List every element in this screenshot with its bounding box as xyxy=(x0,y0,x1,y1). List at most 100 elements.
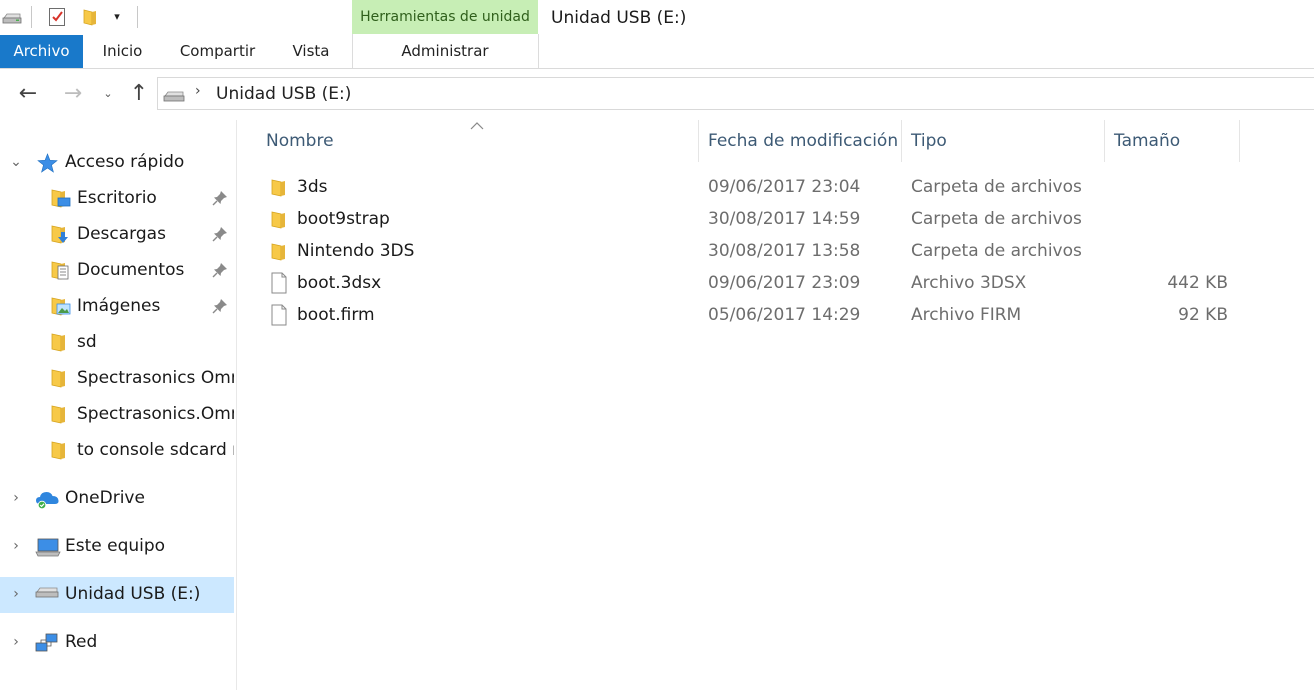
nav-label: Acceso rápido xyxy=(65,152,185,172)
file-type: Carpeta de archivos xyxy=(911,209,1082,229)
file-type: Carpeta de archivos xyxy=(911,177,1082,197)
nav-label: Spectrasonics Omni xyxy=(77,368,234,388)
nav-root-item[interactable]: › Red xyxy=(0,625,234,661)
recent-locations-button[interactable]: ⌄ xyxy=(99,81,117,107)
documents-folder-icon xyxy=(50,260,72,286)
pin-icon[interactable] xyxy=(211,261,229,279)
expander-collapsed[interactable]: › xyxy=(8,586,24,602)
file-row[interactable]: boot.3dsx 09/06/2017 23:09 Archivo 3DSX 442… xyxy=(260,267,1240,299)
file-date-modified: 30/08/2017 13:58 xyxy=(708,241,861,261)
file-name: boot9strap xyxy=(297,209,390,229)
folder-icon xyxy=(270,178,288,202)
ribbon-divider xyxy=(0,68,1314,69)
file-date-modified: 09/06/2017 23:04 xyxy=(708,177,861,197)
column-header-date[interactable]: Fecha de modificación xyxy=(708,131,898,151)
column-divider[interactable] xyxy=(1239,120,1240,162)
pin-icon[interactable] xyxy=(211,189,229,207)
onedrive-icon xyxy=(35,488,61,514)
up-button[interactable]: ↑ xyxy=(126,81,152,107)
expander-collapsed[interactable]: › xyxy=(8,634,24,650)
column-divider[interactable] xyxy=(698,120,699,162)
nav-label: Red xyxy=(65,632,98,652)
expander-expanded[interactable]: ⌄ xyxy=(8,154,24,170)
back-button[interactable]: ← xyxy=(15,81,41,107)
nav-label: Este equipo xyxy=(65,536,166,556)
customize-toolbar-icon[interactable]: ▾ xyxy=(110,9,124,25)
pictures-folder-icon xyxy=(50,296,72,322)
this-pc-icon xyxy=(35,536,61,562)
file-name: boot.firm xyxy=(297,305,375,325)
toolbar-separator xyxy=(137,6,138,28)
tab-inicio[interactable]: Inicio xyxy=(90,35,155,68)
file-date-modified: 30/08/2017 14:59 xyxy=(708,209,861,229)
nav-label: to console sdcard ro xyxy=(77,440,234,460)
nav-quick-access-item[interactable]: Imágenes xyxy=(0,289,234,325)
nav-quick-access-item[interactable]: Documentos xyxy=(0,253,234,289)
file-name: boot.3dsx xyxy=(297,273,382,293)
breadcrumb-separator[interactable]: › xyxy=(195,83,201,99)
window-title: Unidad USB (E:) xyxy=(551,8,687,28)
desktop-folder-icon xyxy=(50,188,72,214)
file-name: Nintendo 3DS xyxy=(297,241,415,261)
folder-icon xyxy=(50,404,68,428)
network-icon xyxy=(35,632,59,658)
file-date-modified: 05/06/2017 14:29 xyxy=(708,305,861,325)
column-divider[interactable] xyxy=(1104,120,1105,162)
file-date-modified: 09/06/2017 23:09 xyxy=(708,273,861,293)
nav-label: sd xyxy=(77,332,97,352)
nav-label: OneDrive xyxy=(65,488,145,508)
file-icon xyxy=(270,272,288,298)
nav-quick-access-item[interactable]: Spectrasonics Omni xyxy=(0,361,234,397)
sort-ascending-icon xyxy=(470,116,484,130)
folder-icon xyxy=(50,368,68,392)
nav-label: Unidad USB (E:) xyxy=(65,584,201,604)
tab-archivo[interactable]: Archivo xyxy=(0,35,83,68)
forward-button[interactable]: → xyxy=(60,81,86,107)
usb-drive-icon xyxy=(163,88,185,102)
folder-icon xyxy=(270,210,288,234)
drive-icon xyxy=(2,10,22,24)
nav-label: Spectrasonics.Omni xyxy=(77,404,234,424)
nav-quick-access-item[interactable]: Escritorio xyxy=(0,181,234,217)
folder-icon xyxy=(50,440,68,464)
nav-quick-access-item[interactable]: sd xyxy=(0,325,234,361)
folder-icon xyxy=(50,332,68,356)
nav-root-item[interactable]: › Unidad USB (E:) xyxy=(0,577,234,613)
file-size: 442 KB xyxy=(1167,273,1228,293)
file-type: Archivo FIRM xyxy=(911,305,1022,325)
tab-compartir[interactable]: Compartir xyxy=(170,35,265,68)
expander-collapsed[interactable]: › xyxy=(8,490,24,506)
nav-quick-access-item[interactable]: Descargas xyxy=(0,217,234,253)
expander-collapsed[interactable]: › xyxy=(8,538,24,554)
nav-quick-access-item[interactable]: to console sdcard ro xyxy=(0,433,234,469)
pin-icon[interactable] xyxy=(211,225,229,243)
properties-icon[interactable] xyxy=(47,7,67,27)
column-header-type[interactable]: Tipo xyxy=(911,131,947,151)
pin-icon[interactable] xyxy=(211,297,229,315)
star-icon xyxy=(37,153,58,177)
tab-administrar[interactable]: Administrar xyxy=(352,35,538,68)
new-folder-icon[interactable] xyxy=(82,8,98,26)
file-type: Archivo 3DSX xyxy=(911,273,1027,293)
file-type: Carpeta de archivos xyxy=(911,241,1082,261)
file-name: 3ds xyxy=(297,177,328,197)
nav-quick-access-item[interactable]: Spectrasonics.Omni xyxy=(0,397,234,433)
tab-vista[interactable]: Vista xyxy=(280,35,342,68)
column-divider[interactable] xyxy=(901,120,902,162)
breadcrumb-location[interactable]: Unidad USB (E:) xyxy=(216,84,351,104)
file-row[interactable]: boot.firm 05/06/2017 14:29 Archivo FIRM 92 … xyxy=(260,299,1240,331)
file-row[interactable]: 3ds 09/06/2017 23:04 Carpeta de archivos xyxy=(260,171,1240,203)
column-header-name[interactable]: Nombre xyxy=(266,131,334,151)
toolbar-separator xyxy=(31,6,32,28)
nav-root-item[interactable]: › Este equipo xyxy=(0,529,234,565)
nav-root-item[interactable]: › OneDrive xyxy=(0,481,234,517)
file-row[interactable]: Nintendo 3DS 30/08/2017 13:58 Carpeta de a… xyxy=(260,235,1240,267)
nav-pane-divider xyxy=(236,120,237,690)
nav-quick-access[interactable]: ⌄ Acceso rápido xyxy=(0,145,234,181)
folder-icon xyxy=(270,242,288,266)
file-size: 92 KB xyxy=(1178,305,1228,325)
file-row[interactable]: boot9strap 30/08/2017 14:59 Carpeta de arc… xyxy=(260,203,1240,235)
column-header-size[interactable]: Tamaño xyxy=(1114,131,1180,151)
context-tab-group-label: Herramientas de unidad xyxy=(352,0,538,34)
downloads-folder-icon xyxy=(50,224,72,250)
